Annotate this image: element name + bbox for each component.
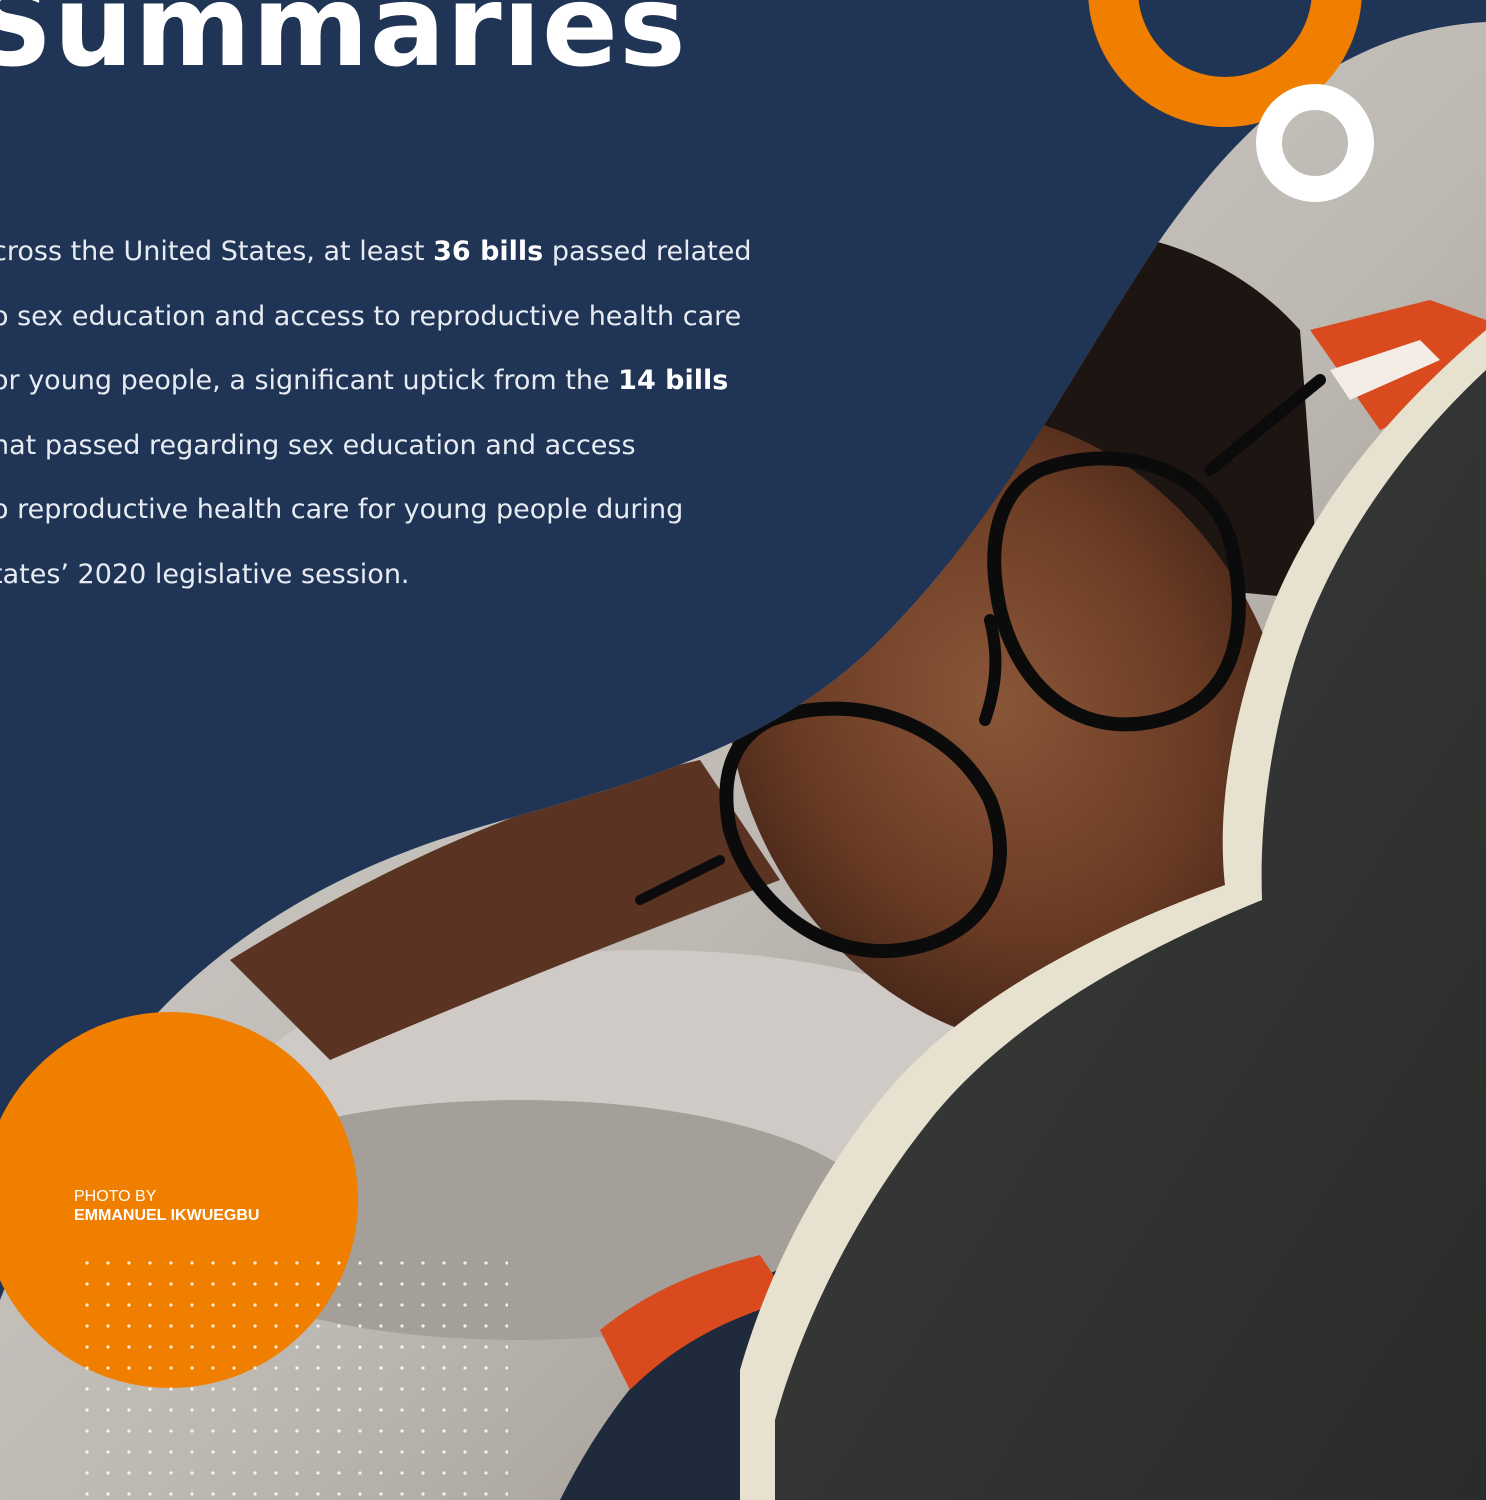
dot-grid-pattern [68, 1260, 508, 1500]
photo-credit-label: PHOTO BY [74, 1188, 157, 1205]
photo-credit: PHOTO BY EMMANUEL IKWUEGBU [74, 1187, 259, 1225]
summary-line: tates’ 2020 legislative session. [0, 558, 410, 590]
summary-line: or young people, a significant uptick fr… [0, 365, 729, 396]
page-title: Summaries [0, 0, 687, 92]
report-page: Summaries cross the United States, at le… [0, 0, 1486, 1500]
summary-line: o reproductive health care for young peo… [0, 494, 684, 525]
summary-line: cross the United States, at least 36 bil… [0, 236, 752, 267]
summary-line: o sex education and access to reproducti… [0, 300, 742, 332]
summary-line: hat passed regarding sex education and a… [0, 429, 636, 461]
photo-credit-name: EMMANUEL IKWUEGBU [74, 1207, 260, 1224]
summary-paragraph: cross the United States, at least 36 bil… [0, 220, 792, 607]
